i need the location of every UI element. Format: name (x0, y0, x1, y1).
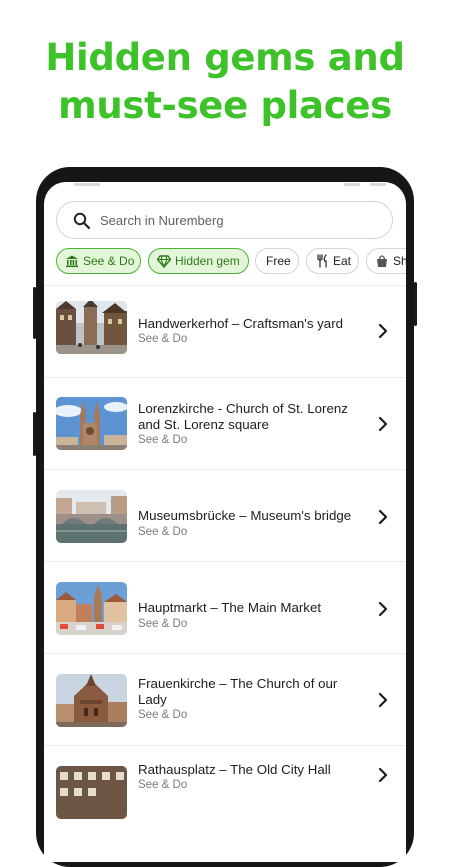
place-thumbnail (56, 582, 127, 635)
place-thumbnail (56, 397, 127, 450)
phone-side-button (33, 287, 36, 339)
headline-line-1: Hidden gems and (45, 36, 405, 79)
list-item[interactable]: Handwerkerhof – Craftsman's yard See & D… (44, 286, 406, 378)
search-input[interactable]: Search in Nuremberg (100, 212, 224, 229)
chip-hidden-gem[interactable]: Hidden gem (148, 248, 249, 274)
chip-free[interactable]: Free (255, 248, 299, 274)
list-item[interactable]: Museumsbrücke – Museum's bridge See & Do (44, 470, 406, 562)
place-title: Handwerkerhof – Craftsman's yard (138, 316, 344, 331)
cutlery-icon (315, 254, 329, 268)
place-thumbnail (56, 766, 127, 819)
chevron-right-icon (378, 601, 388, 617)
chip-label: See & Do (83, 254, 135, 268)
app-screen: Search in Nuremberg See & Do Hidden gem … (44, 182, 406, 862)
list-item[interactable]: Rathausplatz – The Old City Hall See & D… (44, 746, 406, 838)
chip-label: Free (266, 254, 291, 268)
chip-label: Eat (333, 254, 352, 268)
place-thumbnail (56, 674, 127, 727)
place-category: See & Do (138, 434, 188, 446)
chevron-right-icon (378, 767, 388, 783)
place-title: Rathausplatz – The Old City Hall (138, 762, 331, 777)
list-item[interactable]: Hauptmarkt – The Main Market See & Do (44, 562, 406, 654)
chip-see-do[interactable]: See & Do (56, 248, 141, 274)
place-title: Lorenzkirche - Church of St. Lorenz and … (138, 401, 348, 432)
place-title: Frauenkirche – The Church of our Lady (138, 676, 338, 707)
search-bar[interactable]: Search in Nuremberg (56, 201, 393, 239)
chip-label: Hidden gem (175, 254, 240, 268)
place-category: See & Do (138, 709, 188, 721)
search-icon (73, 212, 91, 230)
filter-chips: See & Do Hidden gem Free Eat S (56, 248, 406, 276)
place-title: Museumsbrücke – Museum's bridge (138, 508, 352, 523)
place-thumbnail (56, 490, 127, 543)
place-category: See & Do (138, 526, 188, 538)
shopping-bag-icon (375, 254, 389, 268)
chevron-right-icon (378, 323, 388, 339)
promo-headline: Hidden gems and must-see places (0, 34, 450, 130)
place-category: See & Do (138, 333, 188, 345)
diamond-icon (156, 254, 172, 269)
museum-icon (65, 254, 79, 268)
phone-side-button (414, 282, 417, 326)
phone-frame: Search in Nuremberg See & Do Hidden gem … (33, 167, 417, 867)
chip-eat[interactable]: Eat (306, 248, 359, 274)
status-bar (44, 182, 406, 190)
headline-line-2: must-see places (58, 84, 392, 127)
chevron-right-icon (378, 416, 388, 432)
chip-shopping[interactable]: Sh (366, 248, 406, 274)
place-thumbnail (56, 301, 127, 354)
chevron-right-icon (378, 509, 388, 525)
list-item[interactable]: Frauenkirche – The Church of our Lady Se… (44, 654, 406, 746)
place-category: See & Do (138, 618, 188, 630)
chevron-right-icon (378, 692, 388, 708)
list-item[interactable]: Lorenzkirche - Church of St. Lorenz and … (44, 378, 406, 470)
chip-label: Sh (393, 254, 406, 268)
place-title: Hauptmarkt – The Main Market (138, 600, 322, 615)
place-category: See & Do (138, 779, 188, 791)
phone-side-button (33, 412, 36, 456)
